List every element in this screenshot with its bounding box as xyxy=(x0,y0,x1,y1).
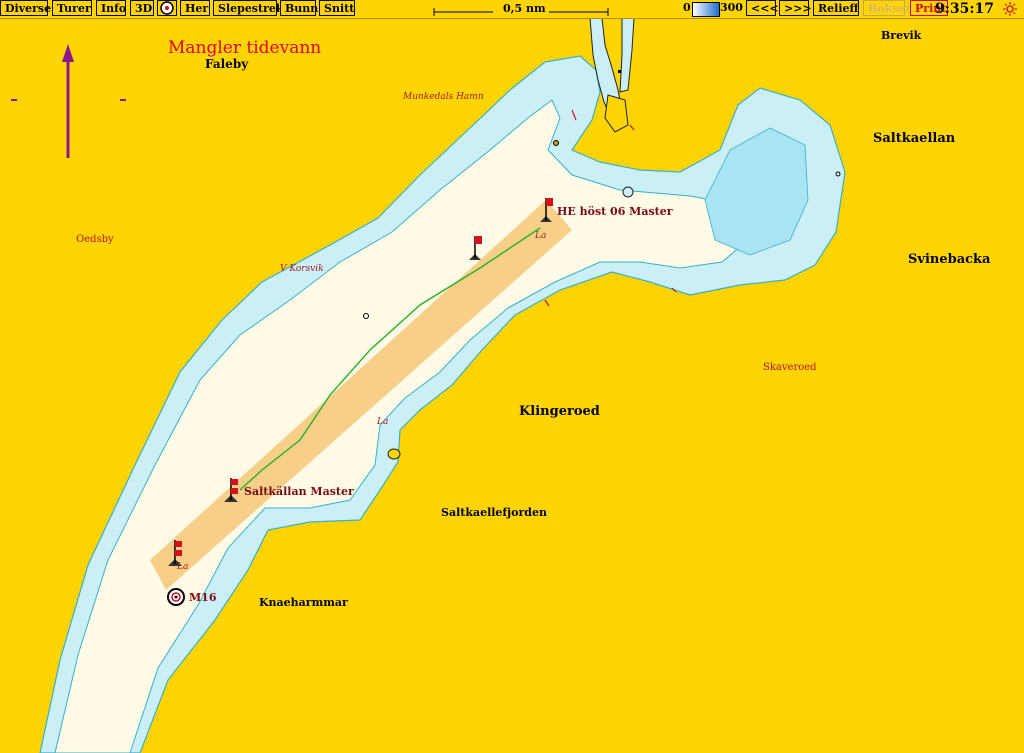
place-svinebacka: Svinebacka xyxy=(908,252,991,267)
place-oedsby: Oedsby xyxy=(76,234,114,245)
previous-button[interactable]: <<< xyxy=(746,0,779,16)
place-knaeharmmar: Knaeharmmar xyxy=(259,596,348,609)
island-small xyxy=(387,448,401,460)
bokser-button[interactable]: Bokser xyxy=(863,0,911,16)
route-label-he-host[interactable]: HE höst 06 Master xyxy=(557,205,673,218)
snitt-button[interactable]: Snitt xyxy=(319,0,355,16)
compass-icon xyxy=(160,1,174,15)
depth-min-label: 0 xyxy=(683,1,691,14)
place-skaveroed: Skaveroed xyxy=(763,362,817,373)
next-button[interactable]: >>> xyxy=(779,0,812,16)
depth-max-label: 300 xyxy=(720,1,743,14)
turer-button[interactable]: Turer xyxy=(52,0,92,16)
water-label-3: La xyxy=(177,562,189,572)
sun-icon[interactable] xyxy=(1002,2,1018,16)
water-label-2: La xyxy=(377,417,389,427)
info-button[interactable]: Info xyxy=(96,0,126,16)
toolbar: Diverse Turer Info 3D Her Slepestrek Bun… xyxy=(0,0,1024,19)
m16-marker[interactable] xyxy=(167,588,185,606)
her-button[interactable]: Her xyxy=(180,0,210,16)
diverse-button[interactable]: Diverse xyxy=(0,0,51,16)
buoy-north xyxy=(553,140,559,146)
place-brevik: Brevik xyxy=(881,29,922,42)
place-saltkaellefjorden: Saltkaellefjorden xyxy=(441,506,547,519)
scale-bar: 0,5 nm xyxy=(433,2,609,16)
depth-gradient xyxy=(692,2,720,17)
bunn-button[interactable]: Bunn xyxy=(280,0,318,16)
compass-button[interactable] xyxy=(157,0,177,16)
place-faleby: Faleby xyxy=(205,57,249,71)
nautical-chart[interactable] xyxy=(0,18,1024,753)
clock: 9:35:17 xyxy=(934,1,994,17)
water-label-1: La xyxy=(535,231,547,241)
place-klingeroed: Klingeroed xyxy=(519,404,600,419)
scale-label: 0,5 nm xyxy=(503,2,546,15)
relieff-button[interactable]: Relieff xyxy=(813,0,859,16)
marker-label-m16[interactable]: M16 xyxy=(189,591,216,604)
slepestrek-button[interactable]: Slepestrek xyxy=(213,0,284,16)
beacon xyxy=(618,70,621,73)
island-round xyxy=(622,186,634,198)
route-label-saltkallan[interactable]: Saltkällan Master xyxy=(244,485,354,498)
place-saltkaellan: Saltkaellan xyxy=(873,131,956,146)
place-v-korsvik: V Korsvik xyxy=(280,264,324,274)
3d-button[interactable]: 3D xyxy=(130,0,154,16)
place-munkedals-hamn: Munkedals Hamn xyxy=(403,92,484,102)
tide-warning: Mangler tidevann xyxy=(168,38,322,58)
